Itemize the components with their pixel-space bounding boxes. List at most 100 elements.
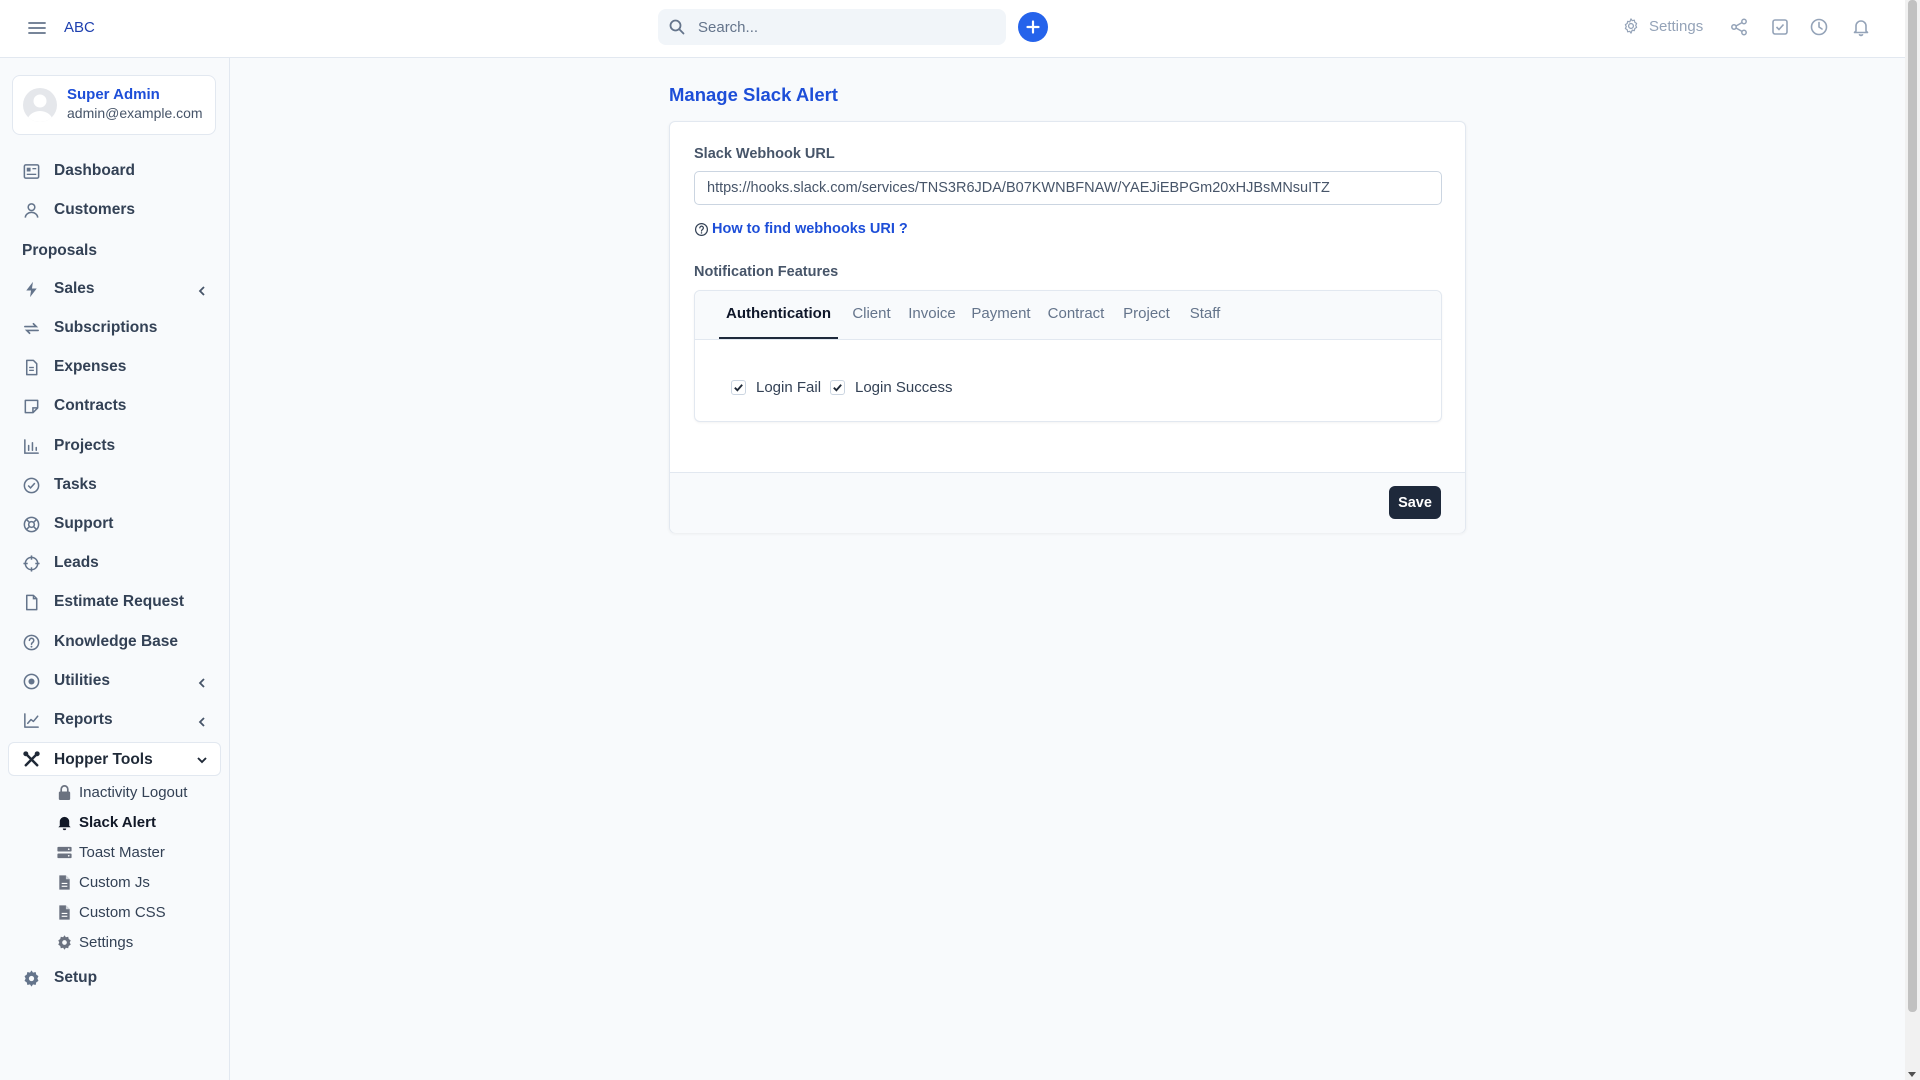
tab-invoice[interactable]: Invoice: [906, 291, 958, 338]
bell-icon[interactable]: [1851, 17, 1871, 37]
webhook-help-link[interactable]: How to find webhooks URI ?: [694, 221, 908, 237]
sidebar-item-expenses[interactable]: Expenses: [22, 355, 126, 379]
sidebar-item-reports[interactable]: Reports: [22, 708, 113, 732]
sidebar-item-utilities[interactable]: Utilities: [22, 669, 110, 693]
sidebar-item-setup[interactable]: Setup: [22, 966, 97, 990]
checkbox[interactable]: [731, 380, 746, 395]
note-icon: [22, 397, 41, 416]
chart-icon: [22, 437, 41, 456]
sidebar-item-label: Knowledge Base: [54, 633, 179, 650]
sidebar-item-contracts[interactable]: Contracts: [22, 394, 126, 418]
sidebar-subitem-slack-alert[interactable]: Slack Alert: [56, 811, 156, 833]
gear-icon: [22, 969, 41, 988]
profile-name: Super Admin: [67, 86, 160, 103]
sidebar-item-proposals[interactable]: Proposals: [22, 242, 97, 260]
check-square-icon[interactable]: [1770, 17, 1790, 37]
bolt-icon: [22, 280, 41, 299]
plus-icon: [1025, 19, 1041, 35]
question-circle-icon: [22, 633, 41, 652]
sidebar-subitem-toast-master[interactable]: Toast Master: [56, 841, 165, 863]
profile-card[interactable]: Super Admin admin@example.com: [12, 75, 216, 135]
scrollbar-thumb[interactable]: [1908, 0, 1917, 1012]
tab-project[interactable]: Project: [1120, 291, 1173, 338]
sidebar-item-leads[interactable]: Leads: [22, 551, 99, 575]
file-icon: [22, 593, 41, 612]
sidebar-item-label: Subscriptions: [54, 319, 158, 336]
sidebar-item-label: Expenses: [54, 358, 127, 375]
quick-add-button[interactable]: [1018, 12, 1048, 42]
sidebar-item-label: Hopper Tools: [54, 751, 153, 768]
sidebar-subitem-label: Custom Js: [79, 873, 150, 891]
sidebar-item-label: Contracts: [54, 397, 127, 414]
sidebar-item-projects[interactable]: Projects: [22, 434, 115, 458]
tab-client[interactable]: Client: [849, 291, 894, 338]
sidebar-item-label: Dashboard: [54, 162, 135, 179]
checkbox-login-success[interactable]: Login Success: [830, 379, 953, 396]
sidebar-item-knowledge-base[interactable]: Knowledge Base: [22, 630, 178, 654]
sidebar-item-tasks[interactable]: Tasks: [22, 473, 97, 497]
webhook-url-input[interactable]: [694, 171, 1442, 205]
sidebar-item-customers[interactable]: Customers: [22, 198, 135, 222]
search-icon: [668, 18, 686, 36]
menu-icon[interactable]: [26, 18, 48, 38]
sidebar-subitem-settings[interactable]: Settings: [56, 931, 133, 953]
save-button[interactable]: Save: [1389, 486, 1441, 519]
brand-name[interactable]: ABC: [64, 19, 95, 36]
file-code-icon: [56, 904, 73, 921]
settings-label: Settings: [1649, 17, 1704, 35]
tab-payment[interactable]: Payment: [970, 291, 1032, 338]
webhook-help-text: How to find webhooks URI ?: [712, 221, 908, 237]
sidebar-item-estimate-request[interactable]: Estimate Request: [22, 590, 184, 614]
sidebar-item-subscriptions[interactable]: Subscriptions: [22, 316, 157, 340]
slack-alert-card: Slack Webhook URL How to find webhooks U…: [669, 121, 1466, 533]
notification-tabs: Authentication Client Invoice Payment Co…: [694, 290, 1442, 422]
share-icon[interactable]: [1729, 17, 1749, 37]
sidebar-item-label: Tasks: [54, 476, 97, 493]
gear-icon: [1622, 17, 1649, 35]
checkbox-label: Login Success: [855, 379, 953, 396]
notification-features-label: Notification Features: [694, 264, 839, 280]
sidebar-item-sales[interactable]: Sales: [22, 277, 95, 301]
checkbox-label: Login Fail: [756, 379, 822, 396]
crosshair-icon: [22, 554, 41, 573]
search-box[interactable]: [658, 9, 1006, 45]
settings-link[interactable]: Settings: [1622, 17, 1703, 35]
question-circle-icon: [694, 222, 712, 237]
chevron-left-icon[interactable]: [196, 677, 208, 689]
sidebar-item-label: Sales: [54, 280, 95, 297]
user-icon: [22, 201, 41, 220]
sidebar-item-label: Support: [54, 515, 114, 532]
line-chart-icon: [22, 711, 41, 730]
sidebar-subitem-custom-js[interactable]: Custom Js: [56, 871, 150, 893]
chevron-left-icon[interactable]: [196, 285, 208, 297]
sidebar: Super Admin admin@example.com Dashboard …: [0, 58, 230, 1080]
sidebar-item-support[interactable]: Support: [22, 512, 113, 536]
sidebar-subitem-inactivity-logout[interactable]: Inactivity Logout: [56, 781, 187, 803]
scroll-down-arrow[interactable]: [1908, 1072, 1916, 1077]
repeat-icon: [22, 319, 41, 338]
sidebar-subitem-custom-css[interactable]: Custom CSS: [56, 901, 166, 923]
search-input[interactable]: [696, 17, 1000, 37]
sidebar-item-label: Projects: [54, 437, 116, 454]
tab-staff[interactable]: Staff: [1185, 291, 1225, 338]
file-code-icon: [56, 874, 73, 891]
clock-icon[interactable]: [1809, 17, 1829, 37]
profile-email: admin@example.com: [67, 105, 203, 121]
chevron-left-icon[interactable]: [196, 716, 208, 728]
page-scrollbar[interactable]: [1905, 0, 1920, 1080]
tools-icon: [22, 750, 41, 769]
checkbox-login-fail[interactable]: Login Fail: [731, 379, 821, 396]
sidebar-item-label: Leads: [54, 554, 99, 571]
chevron-down-icon[interactable]: [196, 754, 208, 766]
checkbox[interactable]: [830, 380, 845, 395]
sidebar-subitem-label: Inactivity Logout: [79, 783, 188, 801]
sidebar-item-hopper-tools[interactable]: Hopper Tools: [8, 742, 221, 776]
sidebar-subitem-label: Toast Master: [79, 843, 165, 861]
card-footer: Save: [670, 472, 1465, 533]
sidebar-subitem-label: Settings: [79, 933, 134, 951]
webhook-url-label: Slack Webhook URL: [694, 146, 835, 162]
tab-contract[interactable]: Contract: [1044, 291, 1108, 338]
tab-authentication[interactable]: Authentication: [719, 291, 838, 339]
sidebar-item-dashboard[interactable]: Dashboard: [22, 159, 135, 183]
dashboard-icon: [22, 162, 41, 181]
